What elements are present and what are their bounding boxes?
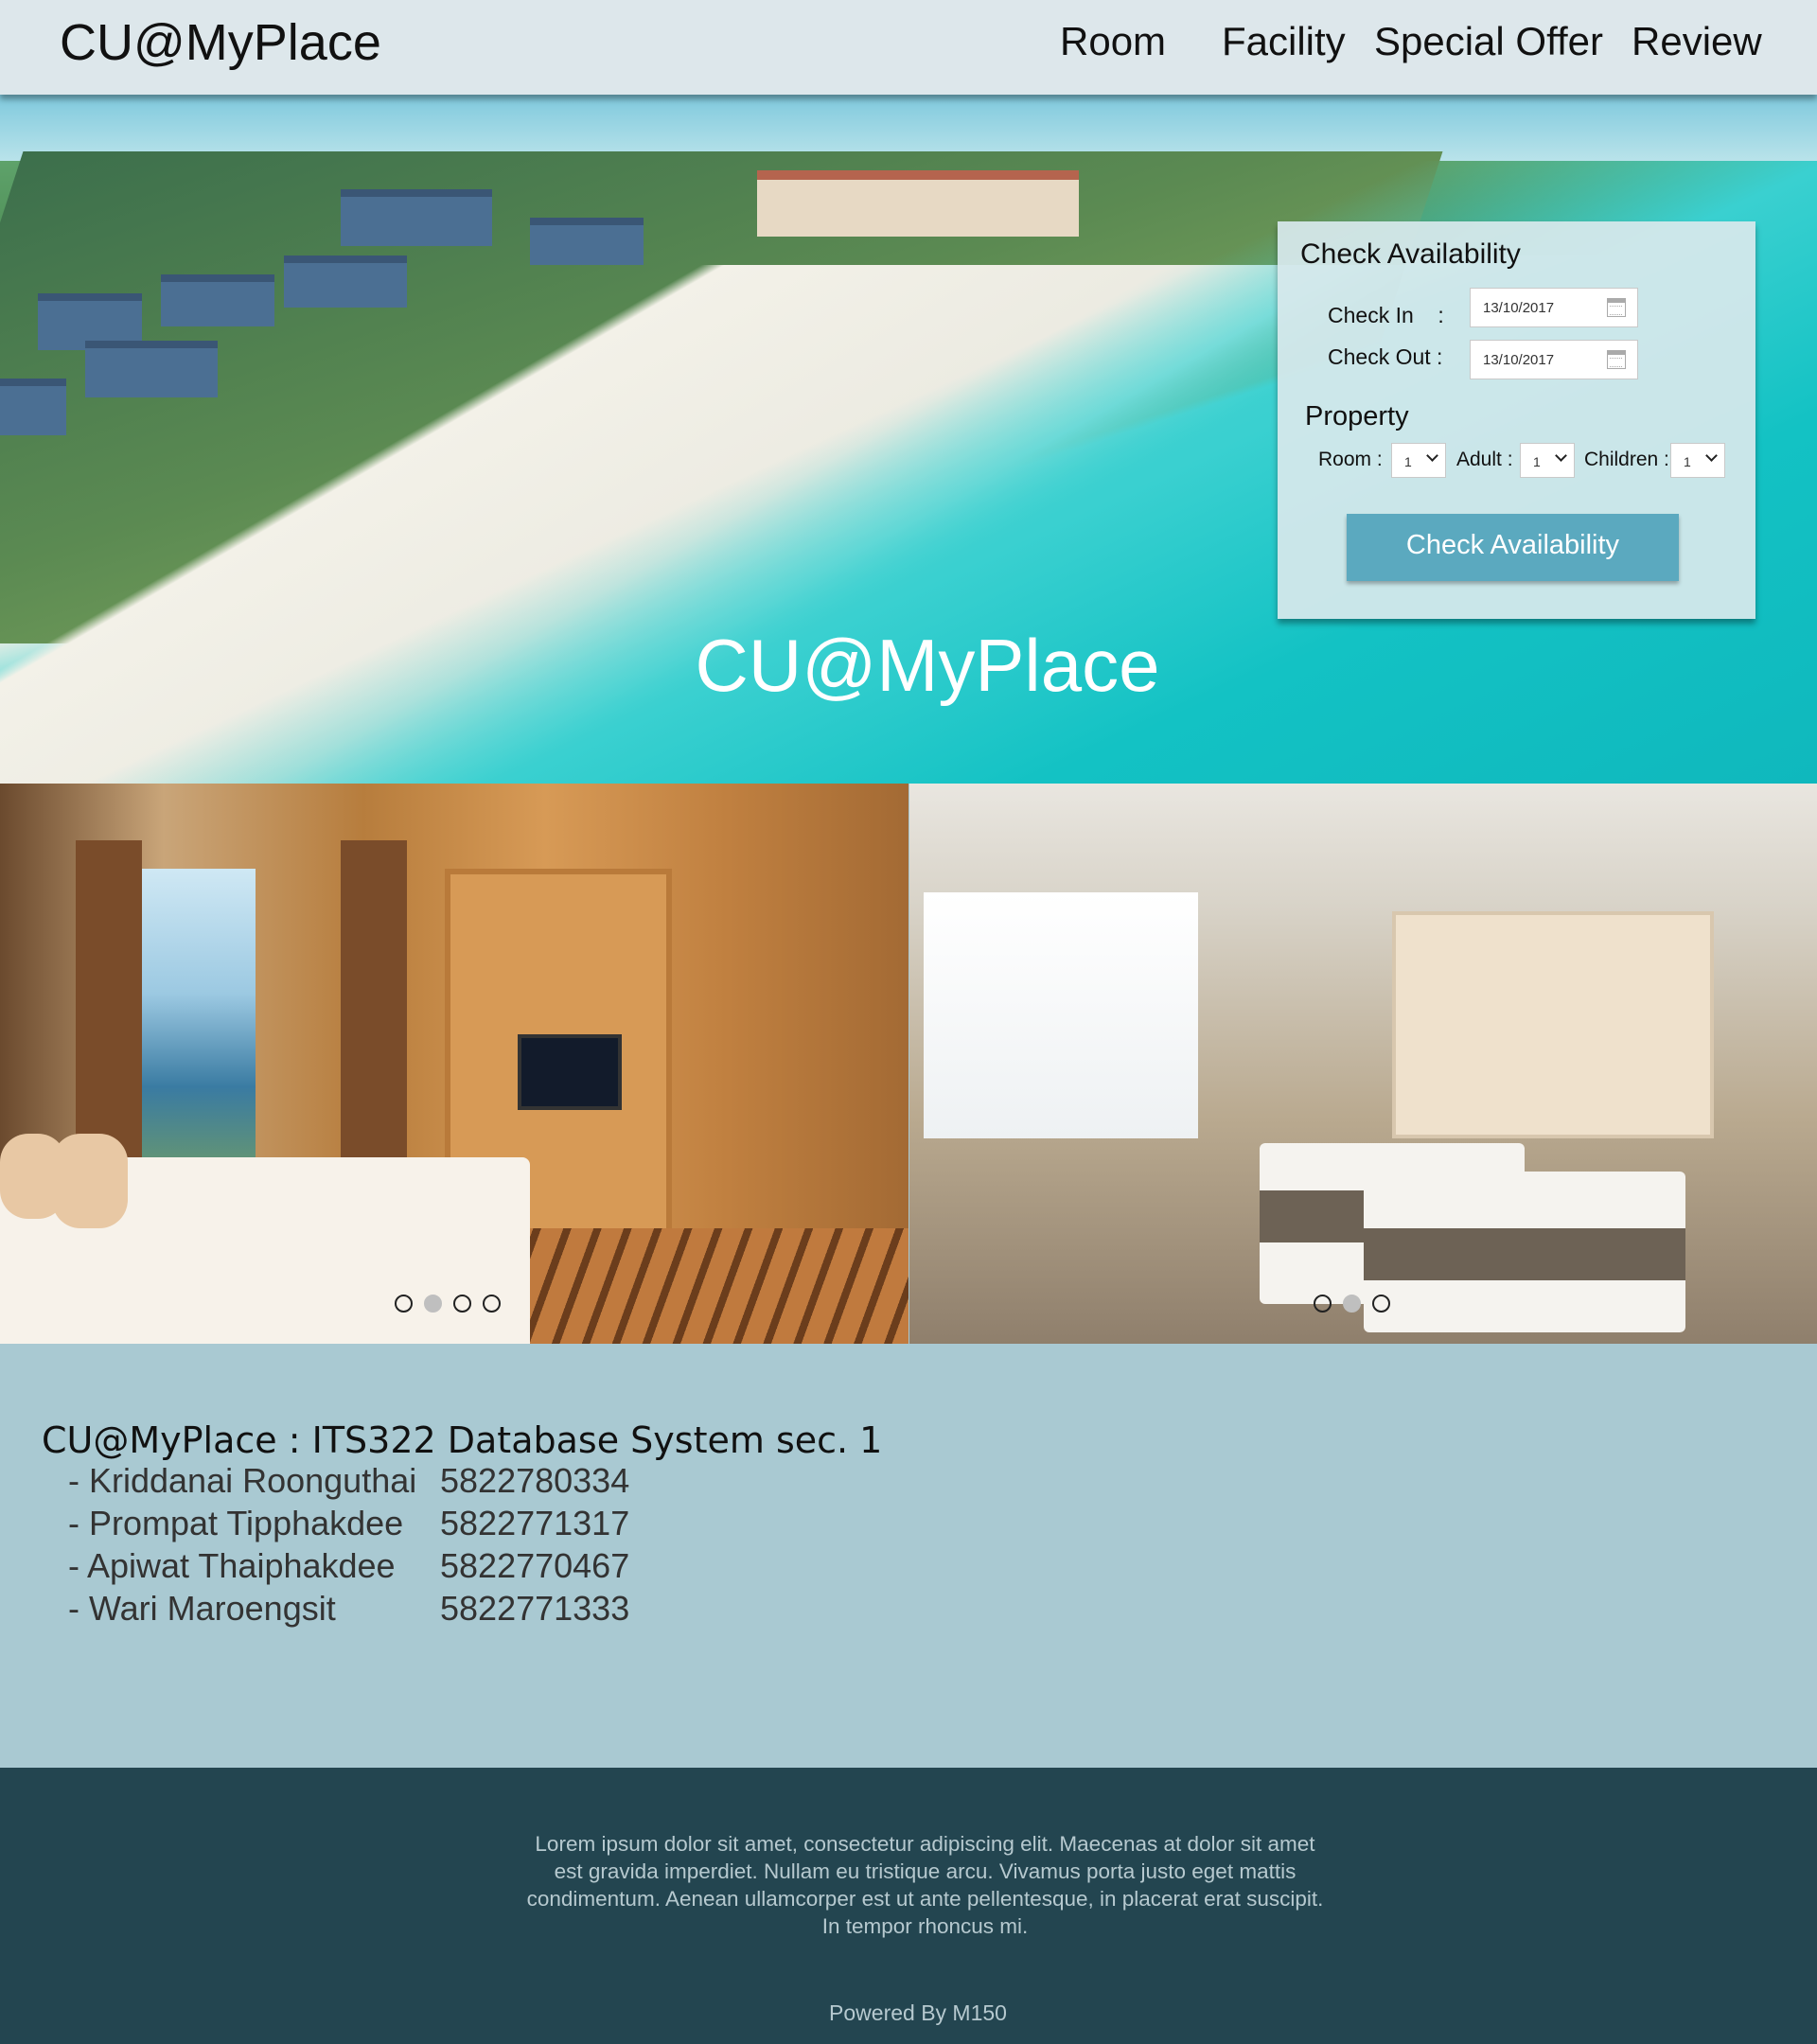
member-id: 5822771317 <box>440 1504 630 1542</box>
top-navbar: CU@MyPlace Room Facility Special Offer R… <box>0 0 1817 95</box>
project-info: CU@MyPlace : ITS322 Database System sec.… <box>42 1419 882 1631</box>
villa <box>161 274 274 326</box>
member-id: 5822780334 <box>440 1461 630 1500</box>
nav-review[interactable]: Review <box>1632 19 1762 64</box>
carousel-dot[interactable] <box>483 1295 501 1313</box>
check-in-input[interactable]: 13/10/2017 <box>1470 288 1638 327</box>
hero-title: CU@MyPlace <box>695 624 1160 707</box>
children-label: Children : <box>1584 449 1669 470</box>
carousel-dots-left <box>395 1295 501 1313</box>
carpet <box>511 1228 908 1344</box>
hotel-building <box>757 170 1079 237</box>
villa <box>341 189 492 246</box>
availability-title: Check Availability <box>1300 238 1521 270</box>
carousel-dot-active[interactable] <box>1343 1295 1361 1313</box>
calendar-icon[interactable] <box>1607 298 1626 317</box>
adult-select[interactable]: 1 <box>1520 443 1575 478</box>
carousel-dot[interactable] <box>395 1295 413 1313</box>
check-out-label: Check Out : <box>1328 344 1443 369</box>
room-select[interactable]: 1 <box>1391 443 1446 478</box>
chevron-down-icon <box>1555 449 1567 462</box>
availability-panel: Check Availability Check In : 13/10/2017… <box>1278 221 1755 619</box>
member-id: 5822770467 <box>440 1546 630 1585</box>
site-logo[interactable]: CU@MyPlace <box>60 13 381 72</box>
window <box>924 892 1198 1138</box>
carousel-dot[interactable] <box>1314 1295 1332 1313</box>
nav-facility[interactable]: Facility <box>1222 19 1346 64</box>
check-in-label: Check In : <box>1328 303 1444 327</box>
headboard <box>1392 911 1714 1138</box>
member-row: - Apiwat Thaiphakdee 5822770467 <box>42 1546 882 1589</box>
pillow <box>52 1134 128 1228</box>
villa <box>85 341 218 397</box>
carousel-dot-active[interactable] <box>424 1295 442 1313</box>
children-select-value: 1 <box>1684 454 1691 469</box>
member-name: - Prompat Tipphakdee <box>68 1504 404 1542</box>
member-row: - Wari Maroengsit 5822771333 <box>42 1589 882 1631</box>
room-image-right[interactable] <box>909 784 1817 1344</box>
check-out-value: 13/10/2017 <box>1483 352 1555 368</box>
room-select-value: 1 <box>1404 454 1412 469</box>
check-out-input[interactable]: 13/10/2017 <box>1470 340 1638 379</box>
member-row: - Prompat Tipphakdee 5822771317 <box>42 1504 882 1546</box>
check-in-value: 13/10/2017 <box>1483 300 1555 316</box>
villa <box>0 379 66 435</box>
room-image-left[interactable] <box>0 784 908 1344</box>
window <box>142 869 256 1181</box>
adult-label: Adult : <box>1456 449 1513 470</box>
bed-throw <box>1364 1228 1685 1280</box>
villa <box>530 218 644 265</box>
children-select[interactable]: 1 <box>1670 443 1725 478</box>
check-availability-button[interactable]: Check Availability <box>1347 514 1679 581</box>
property-title: Property <box>1305 401 1409 432</box>
member-id: 5822771333 <box>440 1589 630 1628</box>
room-gallery <box>0 784 1817 1344</box>
member-name: - Wari Maroengsit <box>68 1589 336 1628</box>
carousel-dot[interactable] <box>1372 1295 1390 1313</box>
footer: Lorem ipsum dolor sit amet, consectetur … <box>0 1768 1817 2044</box>
powered-by: Powered By M150 <box>829 2000 1007 2025</box>
adult-select-value: 1 <box>1533 454 1541 469</box>
nav-special-offer[interactable]: Special Offer <box>1374 19 1603 64</box>
project-title: CU@MyPlace : ITS322 Database System sec.… <box>42 1419 883 1461</box>
calendar-icon[interactable] <box>1607 350 1626 369</box>
television <box>518 1034 622 1110</box>
carousel-dot[interactable] <box>453 1295 471 1313</box>
room-label: Room : <box>1318 449 1383 470</box>
footer-description: Lorem ipsum dolor sit amet, consectetur … <box>526 1832 1324 1938</box>
member-name: - Kriddanai Roonguthai <box>68 1461 417 1500</box>
chevron-down-icon <box>1426 449 1438 462</box>
chevron-down-icon <box>1705 449 1718 462</box>
member-row: - Kriddanai Roonguthai 5822780334 <box>42 1461 882 1504</box>
nav-room[interactable]: Room <box>1060 19 1166 64</box>
member-name: - Apiwat Thaiphakdee <box>68 1546 396 1585</box>
carousel-dots-right <box>1314 1295 1390 1313</box>
villa <box>284 256 407 308</box>
